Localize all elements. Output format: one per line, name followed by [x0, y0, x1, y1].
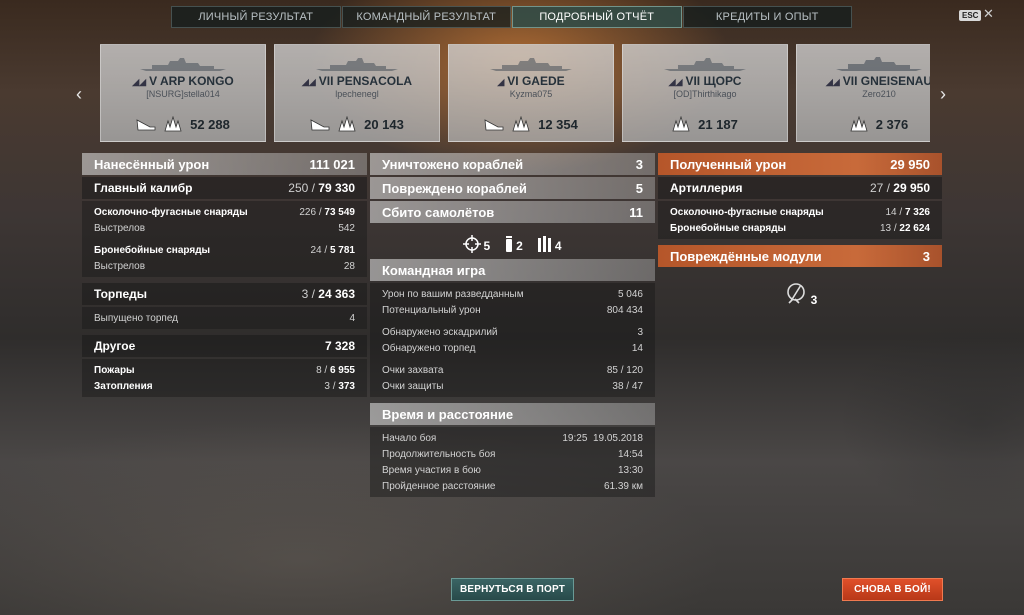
- ship-damage-value: 2 376: [875, 116, 909, 132]
- tab-detailed-report[interactable]: ПОДРОБНЫЙ ОТЧЁТ: [512, 6, 682, 28]
- ship-silhouette-icon: [490, 58, 572, 71]
- ship-damage-value: 12 354: [538, 116, 578, 132]
- return-to-port-button[interactable]: ВЕРНУТЬСЯ В ПОРТ: [451, 578, 574, 601]
- other-rows: Пожары 8 / 6 955 Затопления 3 / 373: [82, 359, 367, 397]
- torpedoes-spotted-row: Обнаружено торпед 14: [382, 342, 643, 354]
- cruiser-class-icon: ◢: [497, 77, 505, 87]
- floods-row: Затопления 3 / 373: [94, 380, 355, 392]
- torpedoes-header: Торпеды 3 / 24 363: [82, 283, 367, 305]
- time-distance-header: Время и расстояние: [370, 403, 655, 425]
- chevron-right-icon[interactable]: ›: [940, 84, 946, 105]
- other-header: Другое 7 328: [82, 335, 367, 357]
- torpedo-hit-icon: [310, 119, 330, 131]
- achievement-badges: 5 2 4: [370, 227, 655, 253]
- time-in-battle-row: Время участия в бою 13:30: [382, 464, 643, 476]
- player-name: [NSURG]stella014: [146, 89, 220, 99]
- damage-received-header: Полученный урон 29 950: [658, 153, 942, 175]
- damage-dealt-header: Нанесённый урон 111 021: [82, 153, 367, 175]
- ammo-rack-icon: [537, 236, 551, 252]
- damage-received-panel: Полученный урон 29 950 Артиллерия 27 / 29…: [658, 153, 942, 307]
- he-shots-row: Выстрелов 542: [94, 222, 355, 234]
- ship-silhouette-icon: [316, 58, 398, 71]
- ship-name: VII ЩОРС: [685, 74, 742, 88]
- torpedoes-rows: Выпущено торпед 4: [82, 307, 367, 329]
- ship-cards: ◢◢ V ARP KONGO [NSURG]stella014 52 288 ◢◢…: [100, 44, 930, 142]
- report-tabs: ЛИЧНЫЙ РЕЗУЛЬТАТ КОМАНДНЫЙ РЕЗУЛЬТАТ ПОД…: [171, 6, 853, 28]
- planes-shot-row: Сбито самолётов 11: [370, 201, 655, 223]
- ship-name: VI GAEDE: [507, 74, 565, 88]
- ship-card[interactable]: ◢◢ VII GNEISENAU Zero210 2 376: [796, 44, 930, 142]
- received-he-row: Осколочно-фугасные снаряды 14 / 7 326: [670, 206, 930, 218]
- crosshair-icon: [463, 235, 482, 253]
- defense-points-row: Очки защиты 38 / 47: [382, 380, 643, 392]
- ship-damage-value: 21 187: [698, 116, 738, 132]
- team-play-header: Командная игра: [370, 259, 655, 281]
- player-name: [OD]Thirthikago: [673, 89, 737, 99]
- fire-burst-icon: [672, 116, 690, 132]
- battleship-class-icon: ◢◢: [132, 77, 147, 87]
- potential-damage-row: Потенциальный урон 804 434: [382, 304, 643, 316]
- torpedo-hit-icon: [484, 119, 504, 131]
- player-name: lpechenegl: [335, 89, 379, 99]
- team-play-rows: Урон по вашим разведданным 5 046 Потенциа…: [370, 283, 655, 397]
- fire-burst-icon: [512, 116, 530, 132]
- received-ap-row: Бронебойные снаряды 13 / 22 624: [670, 222, 930, 234]
- team-stats-panel: Уничтожено кораблей 3 Повреждено кораблей…: [370, 153, 655, 503]
- ship-name: V ARP KONGO: [149, 74, 234, 88]
- ship-silhouette-icon: [664, 58, 746, 71]
- damaged-modules-header: Повреждённые модули 3: [658, 245, 942, 267]
- battle-start-row: Начало боя 19:25 19.05.2018: [382, 432, 643, 444]
- main-battery-header: Главный калибр 250 / 79 330: [82, 177, 367, 199]
- ship-damage-value: 52 288: [190, 116, 230, 132]
- cruiser-class-icon: ◢◢: [301, 77, 316, 87]
- battleship-class-icon: ◢◢: [825, 77, 840, 87]
- time-distance-rows: Начало боя 19:25 19.05.2018 Продолжительн…: [370, 427, 655, 497]
- fires-row: Пожары 8 / 6 955: [94, 364, 355, 376]
- damage-dealt-panel: Нанесённый урон 111 021 Главный калибр 2…: [82, 153, 367, 403]
- artillery-header: Артиллерия 27 / 29 950: [658, 177, 942, 199]
- ship-name: VII GNEISENAU: [842, 74, 930, 88]
- damaged-modules-badge: 3: [658, 281, 942, 307]
- main-battery-rows: Осколочно-фугасные снаряды 226 / 73 549 В…: [82, 201, 367, 277]
- ship-card[interactable]: ◢ VI GAEDE Kyzma075 12 354: [448, 44, 614, 142]
- torpedo-hit-icon: [136, 119, 156, 131]
- battle-again-button[interactable]: СНОВА В БОЙ!: [842, 578, 943, 601]
- torpedoes-launched-row: Выпущено торпед 4: [94, 312, 355, 324]
- esc-key-badge[interactable]: ESC: [959, 10, 982, 21]
- fire-burst-icon: [164, 116, 182, 132]
- ship-name: VII PENSACOLA: [318, 74, 413, 88]
- artillery-rows: Осколочно-фугасные снаряды 14 / 7 326 Бро…: [658, 201, 942, 239]
- distance-traveled-row: Пройденное расстояние 61.39 км: [382, 480, 643, 492]
- he-shells-row: Осколочно-фугасные снаряды 226 / 73 549: [94, 206, 355, 218]
- battle-duration-row: Продолжительность боя 14:54: [382, 448, 643, 460]
- tab-credits-xp[interactable]: КРЕДИТЫ И ОПЫТ: [682, 6, 852, 28]
- ship-silhouette-icon: [836, 57, 922, 71]
- capture-points-row: Очки захвата 85 / 120: [382, 364, 643, 376]
- spotting-damage-row: Урон по вашим разведданным 5 046: [382, 288, 643, 300]
- squadrons-spotted-row: Обнаружено эскадрилий 3: [382, 326, 643, 338]
- ap-shells-row: Бронебойные снаряды 24 / 5 781: [94, 244, 355, 256]
- cruiser-class-icon: ◢◢: [668, 77, 683, 87]
- broken-module-icon: [786, 283, 805, 304]
- player-name: Kyzma075: [509, 89, 553, 99]
- close-icon[interactable]: ✕: [983, 6, 994, 22]
- ship-card[interactable]: ◢◢ V ARP KONGO [NSURG]stella014 52 288: [100, 44, 266, 142]
- ship-card[interactable]: ◢◢ VII ЩОРС [OD]Thirthikago 21 187: [622, 44, 788, 142]
- tab-personal-result[interactable]: ЛИЧНЫЙ РЕЗУЛЬТАТ: [171, 6, 341, 28]
- fire-burst-icon: [338, 116, 356, 132]
- player-name: Zero210: [862, 89, 896, 99]
- fire-burst-icon: [850, 116, 868, 132]
- ships-destroyed-row: Уничтожено кораблей 3: [370, 153, 655, 175]
- ships-damaged-row: Повреждено кораблей 5: [370, 177, 655, 199]
- shell-icon: [506, 236, 513, 252]
- chevron-left-icon[interactable]: ‹: [76, 84, 82, 105]
- ship-card[interactable]: ◢◢ VII PENSACOLA lpechenegl 20 143: [274, 44, 440, 142]
- tab-team-result[interactable]: КОМАНДНЫЙ РЕЗУЛЬТАТ: [341, 6, 511, 28]
- ship-damage-value: 20 143: [364, 116, 404, 132]
- ap-shots-row: Выстрелов 28: [94, 260, 355, 272]
- ship-silhouette-icon: [140, 58, 226, 71]
